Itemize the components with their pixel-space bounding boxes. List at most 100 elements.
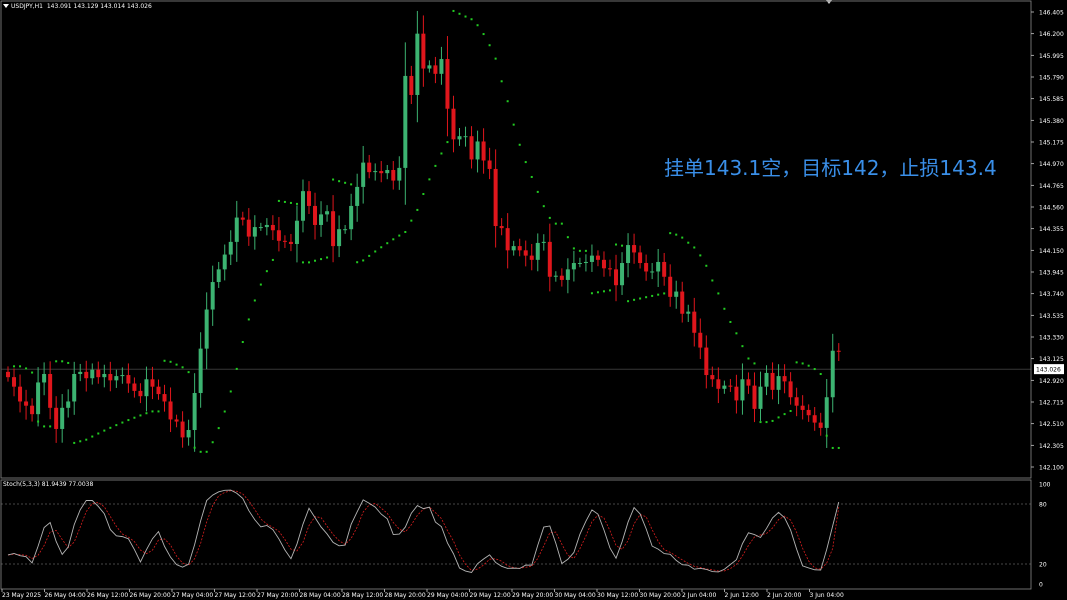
psar-dot [133, 416, 136, 419]
candle-body [553, 275, 558, 277]
stoch-tick-label: 20 [1039, 562, 1047, 569]
psar-dot [73, 441, 76, 444]
candle-body [583, 261, 588, 264]
time-tick-label: 28 May 12:00 [342, 592, 383, 599]
price-tick-label: 142.715 [1039, 400, 1064, 407]
candle-body [48, 373, 53, 408]
psar-dot [235, 367, 238, 370]
psar-dot [494, 57, 497, 60]
psar-dot [43, 425, 46, 428]
psar-dot [404, 230, 407, 233]
candle-body [812, 415, 817, 423]
psar-dot [277, 199, 280, 202]
candle-body [294, 220, 299, 244]
candle-body [764, 372, 769, 387]
psar-dot [241, 341, 244, 344]
candle-body [138, 390, 143, 397]
candle-body [42, 373, 47, 383]
price-axis: 146.405 146.200 145.995 145.790 145.585 145.3… [1031, 10, 1064, 472]
psar-dot [350, 183, 353, 186]
candle-body [836, 350, 841, 352]
psar-dot [97, 432, 100, 435]
time-tick-label: 29 May 12:00 [470, 592, 511, 599]
candle-body [493, 168, 498, 227]
candle-body [391, 170, 396, 181]
time-axis: 23 May 2025 26 May 04:00 26 May 12:00 26 Ma… [1, 589, 844, 599]
time-tick-label: 2 Jun 20:00 [767, 592, 801, 599]
candle-body [433, 65, 438, 74]
candle-body [126, 375, 131, 384]
time-tick-label: 29 May 20:00 [512, 592, 553, 599]
psar-dot [590, 292, 593, 295]
candle-body [198, 348, 203, 394]
candle-body [18, 386, 23, 402]
candle-body [168, 401, 173, 420]
time-tick-label: 26 May 20:00 [130, 592, 171, 599]
time-tick-label: 28 May 04:00 [300, 592, 341, 599]
psar-dot [440, 152, 443, 155]
psar-dot [524, 161, 527, 164]
psar-dot [663, 292, 666, 295]
candle-body [620, 263, 625, 286]
candle-body [331, 211, 336, 247]
candle-body [626, 245, 631, 264]
candle-body [228, 241, 233, 255]
psar-dot [410, 219, 413, 222]
candle-body [162, 394, 167, 402]
psar-dot [320, 258, 323, 261]
candle-body [180, 421, 185, 438]
psar-dot [205, 450, 208, 453]
candle-body [704, 347, 709, 376]
candle-body [758, 386, 763, 409]
stoch-tick-label: 80 [1039, 502, 1047, 509]
psar-dot [548, 216, 551, 219]
psar-dot [85, 438, 88, 441]
psar-dot [759, 421, 762, 424]
psar-dot [488, 44, 491, 47]
psar-dot [530, 175, 533, 178]
candle-body [361, 162, 366, 187]
candle-body [415, 33, 420, 95]
price-tick-label: 143.945 [1039, 270, 1064, 277]
psar-dot [13, 365, 16, 368]
psar-dot [25, 367, 28, 370]
psar-dot [271, 258, 274, 261]
candle-body [186, 430, 191, 438]
psar-dot [470, 18, 473, 21]
psar-dot [795, 361, 798, 364]
psar-dot [693, 246, 696, 249]
candle-body [824, 397, 829, 428]
psar-dot [627, 300, 630, 303]
candle-body [770, 372, 775, 390]
candle-body [716, 379, 721, 389]
candle-body [24, 401, 29, 406]
candle-body [300, 191, 305, 221]
psar-dot [115, 424, 118, 427]
candle-body [240, 217, 245, 220]
candle-body [246, 219, 251, 237]
candle-body [782, 376, 787, 382]
candle-body [343, 229, 348, 231]
candle-body [210, 282, 215, 310]
psar-dot [621, 244, 624, 247]
candle-body [752, 385, 757, 409]
psar-dot [789, 409, 792, 412]
psar-dot [265, 270, 268, 273]
candle-body [421, 33, 426, 69]
candle-body [650, 271, 655, 273]
psar-dot [669, 232, 672, 235]
psar-dot [193, 446, 196, 449]
price-chart[interactable]: 100 80 20 0 146.405 146.200 145.995 145.790 145… [0, 0, 1067, 600]
psar-dot [283, 200, 286, 203]
price-tick-label: 144.970 [1039, 161, 1064, 168]
candle-body [541, 241, 546, 243]
candle-body [559, 275, 564, 280]
psar-dot [500, 80, 503, 83]
psar-dot [452, 9, 455, 12]
psar-dot [127, 419, 130, 422]
candle-body [632, 245, 637, 253]
candle-body [174, 419, 179, 422]
psar-dot [651, 294, 654, 297]
psar-dot [675, 233, 678, 236]
price-tick-label: 143.535 [1039, 313, 1064, 320]
